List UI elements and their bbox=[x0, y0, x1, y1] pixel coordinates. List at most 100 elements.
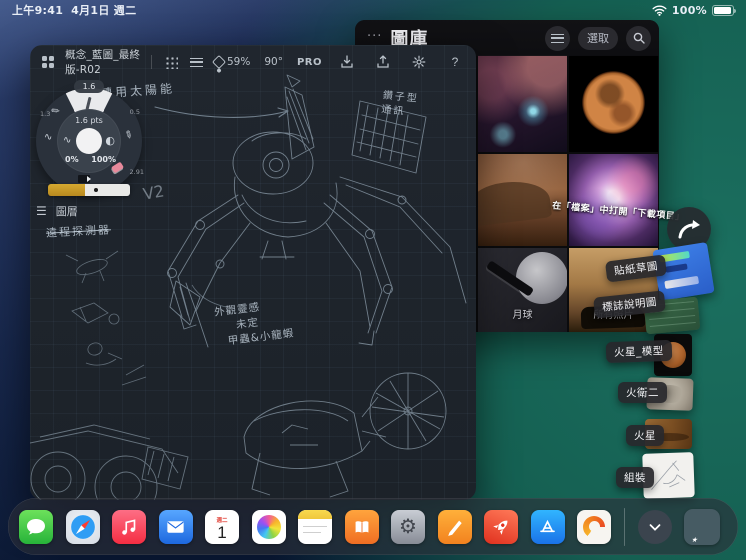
export-button[interactable] bbox=[372, 51, 394, 73]
battery-icon bbox=[712, 4, 736, 16]
annotation-version: V2 bbox=[141, 181, 166, 204]
zoom-level[interactable]: 59% bbox=[227, 56, 250, 68]
dock-collapse-button[interactable] bbox=[637, 509, 672, 544]
dock-app-sketch[interactable] bbox=[437, 509, 472, 544]
layers-label: 圖層 bbox=[55, 206, 78, 218]
document-title[interactable]: 概念_藍圖_最終版-R02 bbox=[65, 47, 141, 77]
color-bar-handle[interactable] bbox=[93, 188, 98, 192]
help-button[interactable]: ? bbox=[444, 51, 466, 73]
layers-icon: ☰ bbox=[36, 204, 47, 218]
pressure-icon[interactable]: ∿ bbox=[63, 135, 71, 146]
dock-app-notes[interactable] bbox=[298, 509, 332, 544]
annotation-probe: 遠程探測器 bbox=[45, 223, 112, 240]
gallery-actions: 選取 bbox=[545, 25, 651, 51]
contrast-icon[interactable]: ◐ bbox=[105, 134, 115, 147]
import-icon bbox=[341, 55, 353, 68]
ring-size-label: 2.91 bbox=[129, 168, 144, 176]
rocket-icon bbox=[493, 520, 508, 535]
separator bbox=[151, 55, 152, 69]
album-tile-moon[interactable]: 月球 bbox=[478, 248, 567, 332]
precision-menu-button[interactable] bbox=[164, 51, 179, 73]
album-label: 月球 bbox=[512, 310, 533, 321]
marker-tool-icon[interactable] bbox=[78, 175, 91, 183]
books-icon bbox=[355, 520, 368, 533]
annotation-inspiration: 外觀靈感 未定 甲蟲&小龍蝦 bbox=[213, 301, 295, 348]
settings-gear-icon: ⚙ bbox=[399, 516, 417, 538]
gear-icon bbox=[412, 55, 426, 69]
dock-divider bbox=[623, 507, 625, 546]
brush-tool-icon[interactable]: ∿ bbox=[44, 132, 52, 143]
ring-size-label: 1.3 bbox=[40, 110, 51, 118]
concepts-window: 轉用太陽能 鑽子型 通訊 V2 遠程探測器 外觀靈感 未定 甲蟲&小龍蝦 概念_… bbox=[30, 45, 476, 500]
menu-lines-icon bbox=[189, 57, 203, 67]
annotation-comm: 鑽子型 通訊 bbox=[380, 90, 420, 118]
dock-app-rocket[interactable] bbox=[484, 509, 518, 544]
chevron-down-icon bbox=[649, 523, 660, 531]
toolbar-right: 59% 90° PRO ? bbox=[227, 51, 466, 73]
file-label: 組裝 bbox=[616, 467, 654, 488]
calendar-day: 1 bbox=[217, 522, 227, 542]
dock-app-appstore[interactable] bbox=[530, 509, 565, 544]
layers-menu-button[interactable] bbox=[189, 51, 204, 73]
dock-app-mail[interactable] bbox=[158, 509, 193, 544]
dock-app-messages[interactable] bbox=[19, 509, 53, 544]
file-label: 火星_模型 bbox=[605, 339, 673, 364]
file-label: 火衛二 bbox=[618, 382, 667, 403]
stroke-size-value: 1.6 pts bbox=[75, 116, 103, 125]
stroke-size-tab[interactable]: 1.6 bbox=[74, 80, 104, 93]
status-bar: 上午9:41 4月1日 週二 100% bbox=[0, 0, 746, 20]
grid-icon bbox=[41, 56, 54, 68]
import-button[interactable] bbox=[336, 51, 358, 73]
selection-tool-button[interactable] bbox=[212, 51, 227, 73]
color-swatch-gold[interactable] bbox=[48, 184, 85, 196]
notes-line-icon bbox=[303, 531, 321, 533]
pro-badge[interactable]: PRO bbox=[297, 57, 322, 68]
search-button[interactable] bbox=[626, 25, 651, 51]
status-indicators: 100% bbox=[652, 3, 736, 17]
messages-icon bbox=[27, 518, 45, 534]
concepts-toolbar: 概念_藍圖_最終版-R02 59% 90° PRO ? bbox=[30, 45, 476, 79]
dock-app-library[interactable] bbox=[684, 508, 720, 545]
search-icon bbox=[633, 32, 645, 44]
opacity-max-label: 100% bbox=[91, 155, 116, 164]
music-icon bbox=[122, 518, 136, 535]
dock-app-calendar[interactable]: 週二 1 bbox=[205, 509, 239, 544]
notes-line-icon bbox=[303, 525, 327, 527]
battery-percent: 100% bbox=[671, 3, 707, 17]
dock-app-music[interactable] bbox=[112, 509, 146, 544]
settings-button[interactable] bbox=[408, 51, 430, 73]
ipad-screen: 上午9:41 4月1日 週二 100% ··· 圖庫 選取 月球 在「檔案」中打… bbox=[0, 0, 746, 560]
status-date: 4月1日 週二 bbox=[71, 4, 137, 17]
opacity-min-label: 0% bbox=[65, 155, 79, 164]
dock: 週二 1 ⚙ bbox=[8, 498, 738, 555]
lasso-icon bbox=[212, 54, 227, 70]
window-controls-icon[interactable]: ··· bbox=[367, 29, 382, 44]
layers-button[interactable]: ☰ 圖層 bbox=[36, 203, 78, 219]
dock-app-concepts[interactable] bbox=[577, 509, 611, 544]
dock-app-books[interactable] bbox=[344, 509, 379, 544]
wifi-icon bbox=[652, 5, 667, 16]
gallery-grid-button[interactable] bbox=[40, 51, 55, 73]
rotation-angle[interactable]: 90° bbox=[264, 56, 283, 68]
dock-app-safari[interactable] bbox=[65, 509, 100, 544]
dock-app-photos[interactable] bbox=[251, 509, 286, 544]
photo-tile-mars-planet[interactable] bbox=[569, 55, 658, 152]
list-icon bbox=[551, 33, 564, 43]
forward-arrow-icon bbox=[678, 220, 700, 239]
appstore-icon bbox=[540, 519, 555, 533]
status-datetime: 上午9:41 4月1日 週二 bbox=[12, 2, 144, 18]
export-icon bbox=[377, 55, 389, 68]
photo-tile-nebula[interactable] bbox=[478, 55, 567, 152]
concepts-c-icon bbox=[583, 515, 605, 538]
color-bar[interactable] bbox=[48, 184, 130, 196]
tool-wheel-center[interactable] bbox=[76, 128, 102, 154]
view-options-button[interactable] bbox=[545, 25, 570, 51]
tool-wheel[interactable]: 1.3 0.5 2.91 6.5 ∿ ✎ ✎ 1.6 pts ∿ ◐ 0% 10… bbox=[36, 80, 144, 196]
photos-flower-icon bbox=[256, 514, 281, 539]
select-button[interactable]: 選取 bbox=[578, 26, 618, 50]
color-swatch-light[interactable] bbox=[84, 184, 130, 196]
file-label: 火星 bbox=[626, 425, 664, 446]
status-time: 上午9:41 bbox=[12, 4, 64, 17]
safari-icon bbox=[70, 514, 95, 539]
dock-app-settings[interactable]: ⚙ bbox=[391, 509, 425, 544]
